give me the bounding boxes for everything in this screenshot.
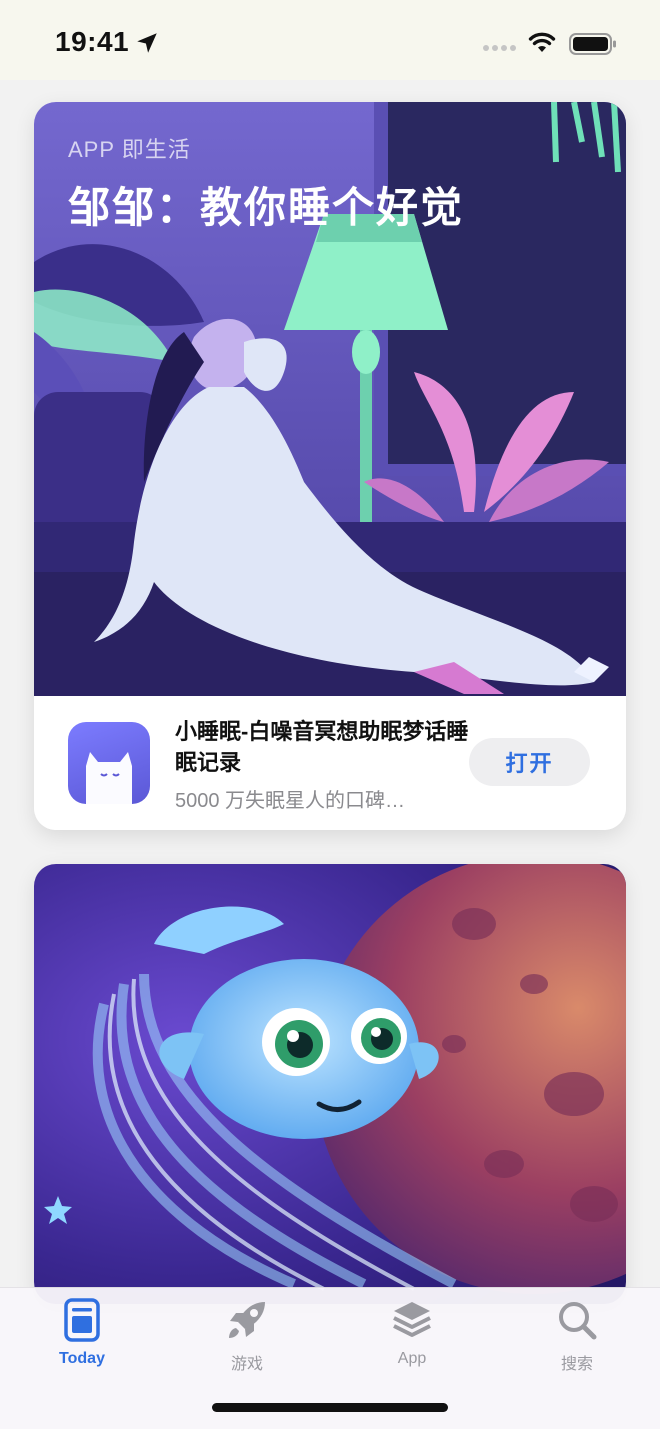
tab-today[interactable]: Today	[27, 1288, 137, 1378]
sleeping-cat-icon[interactable]	[68, 722, 150, 804]
today-icon	[64, 1298, 100, 1342]
story-card-fish[interactable]	[34, 864, 626, 1304]
open-button[interactable]: 打开	[469, 738, 590, 786]
app-name: 小睡眠-白噪音冥想助眠梦话睡眠记录	[175, 719, 469, 775]
tab-label-today: Today	[59, 1350, 105, 1367]
home-indicator[interactable]	[212, 1403, 448, 1412]
glowing-fish-illustration	[34, 864, 626, 1304]
tab-label-search: 搜索	[560, 1356, 593, 1373]
status-time: 19:41	[55, 26, 130, 57]
signal-dots-icon	[483, 45, 516, 51]
card-eyebrow: APP 即生活	[68, 137, 191, 162]
search-icon	[559, 1302, 597, 1340]
app-row[interactable]: 小睡眠-白噪音冥想助眠梦话睡眠记录 5000 万失眠星人的口碑… 打开	[34, 696, 626, 830]
card-title: 邹邹：教你睡个好觉	[68, 184, 465, 231]
battery-icon	[569, 33, 616, 55]
app-subtitle: 5000 万失眠星人的口碑…	[175, 790, 406, 812]
tab-label-games: 游戏	[230, 1356, 263, 1373]
story-card-sleep[interactable]: APP 即生活 邹邹：教你睡个好觉 小睡眠-白噪音冥想助眠梦话睡眠记录 5000…	[34, 102, 626, 830]
tab-apps[interactable]: App	[357, 1288, 467, 1378]
tab-games[interactable]: 游戏	[192, 1288, 302, 1378]
location-arrow-icon	[137, 33, 157, 53]
rocket-icon	[229, 1302, 265, 1338]
tab-search[interactable]: 搜索	[522, 1288, 632, 1378]
status-bar: 19:41	[0, 0, 660, 80]
tab-label-apps: App	[397, 1350, 427, 1367]
layers-icon	[393, 1302, 431, 1337]
wifi-icon	[528, 32, 556, 52]
